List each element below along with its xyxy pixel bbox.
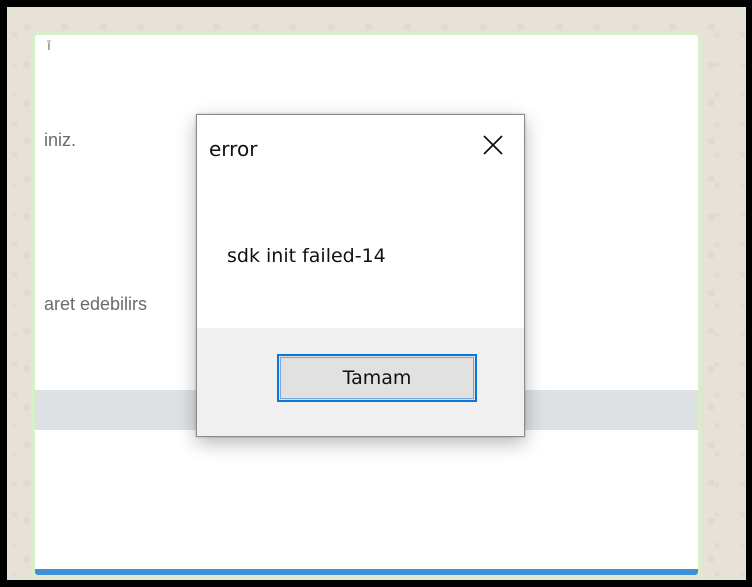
background-text-line: aret edebilirs [44,294,148,314]
close-button[interactable] [470,125,516,165]
window-top-mark: ī [47,37,51,53]
dialog-footer: Tamam [197,328,524,436]
error-dialog: error sdk init failed-14 Tamam [196,114,525,437]
dialog-message: sdk init failed-14 [227,245,386,267]
screenshot-frame: ī iniz. aret edebilirs error sdk init fa… [0,0,752,587]
dialog-title: error [209,137,258,161]
ok-button[interactable]: Tamam [277,354,477,402]
background-text-line: iniz. [44,130,77,150]
background-progress-bar [35,569,698,575]
close-icon [483,135,503,155]
